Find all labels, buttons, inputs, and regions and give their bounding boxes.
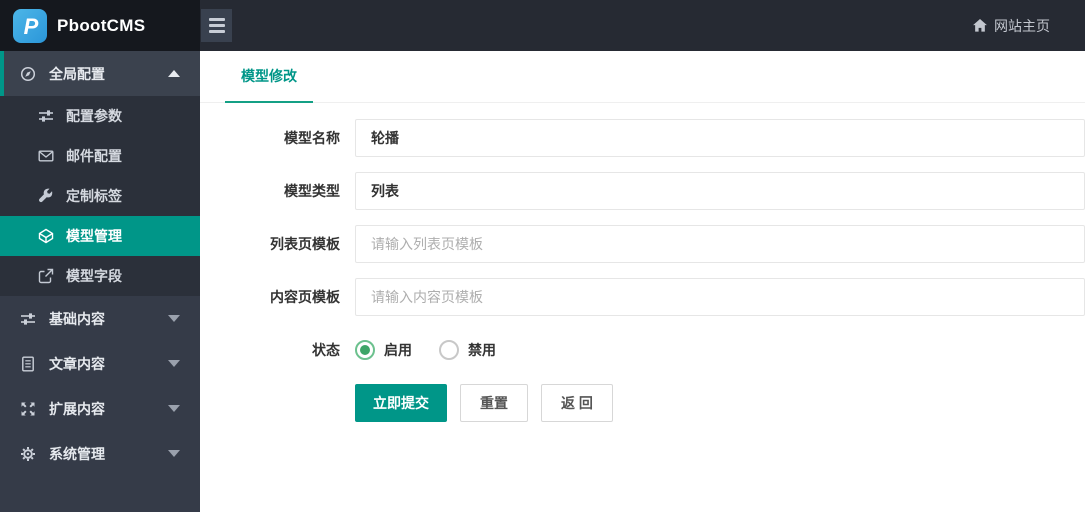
radio-disable-label: 禁用 xyxy=(468,342,496,358)
svg-text:P: P xyxy=(24,14,39,39)
home-link-label: 网站主页 xyxy=(994,17,1050,34)
sidebar-item-label: 全局配置 xyxy=(49,65,105,82)
list-template-label: 列表页模板 xyxy=(270,236,340,252)
sidebar-item-basic-content[interactable]: 基础内容 xyxy=(0,296,200,341)
cube-icon xyxy=(38,228,54,244)
sidebar-item-extended-content[interactable]: 扩展内容 xyxy=(0,386,200,431)
hamburger-icon[interactable] xyxy=(201,9,232,42)
hamburger-bar xyxy=(208,30,225,33)
form-row-content-template: 内容页模板 xyxy=(200,278,1085,316)
arrows-icon xyxy=(20,401,36,417)
model-name-label: 模型名称 xyxy=(284,130,340,146)
gear-icon xyxy=(20,446,36,462)
sidebar-item-label: 模型字段 xyxy=(66,268,122,284)
model-name-input[interactable] xyxy=(355,119,1085,157)
form-row-model-type: 模型类型 xyxy=(200,172,1085,210)
content-template-label: 内容页模板 xyxy=(270,289,340,305)
sidebar-item-config-params[interactable]: 配置参数 xyxy=(0,96,200,136)
model-type-input[interactable] xyxy=(355,172,1085,210)
sliders-icon xyxy=(20,311,36,327)
file-icon xyxy=(20,356,36,372)
brand-title: PbootCMS xyxy=(57,15,146,35)
radio-disable[interactable]: 禁用 xyxy=(439,340,496,360)
brand-logo-area[interactable]: P PbootCMS xyxy=(0,0,200,51)
sidebar-item-label: 文章内容 xyxy=(49,355,105,372)
sidebar-item-model-management[interactable]: 模型管理 xyxy=(0,216,200,256)
sidebar-item-label: 模型管理 xyxy=(66,228,122,244)
sidebar-item-custom-tags[interactable]: 定制标签 xyxy=(0,176,200,216)
list-template-input[interactable] xyxy=(355,225,1085,263)
envelope-icon xyxy=(38,148,54,164)
chevron-down-icon xyxy=(168,360,180,367)
model-edit-form: 模型名称 模型类型 列表页模板 内容页模板 状态 启用 禁用 xyxy=(200,103,1085,422)
model-type-label: 模型类型 xyxy=(284,183,340,199)
wrench-icon xyxy=(38,188,54,204)
reset-button[interactable]: 重置 xyxy=(460,384,528,422)
sidebar-item-email-config[interactable]: 邮件配置 xyxy=(0,136,200,176)
chevron-down-icon xyxy=(168,405,180,412)
main-content: 模型修改 模型名称 模型类型 列表页模板 内容页模板 状态 启用 xyxy=(200,51,1085,512)
sidebar-item-label: 邮件配置 xyxy=(66,148,122,164)
sidebar-item-label: 配置参数 xyxy=(66,108,122,124)
radio-checked-icon[interactable] xyxy=(355,340,375,360)
sidebar-item-label: 扩展内容 xyxy=(49,400,105,417)
compass-icon xyxy=(20,66,36,82)
global-config-submenu: 配置参数 邮件配置 定制标签 模型管理 模型字段 xyxy=(0,96,200,296)
sidebar-item-label: 系统管理 xyxy=(49,445,105,462)
sidebar-item-label: 基础内容 xyxy=(49,310,105,327)
hamburger-bar xyxy=(208,24,225,27)
external-link-icon xyxy=(38,268,54,284)
sliders-icon xyxy=(38,108,54,124)
pbootcms-logo-icon: P xyxy=(13,8,47,43)
radio-enable-label: 启用 xyxy=(384,342,412,358)
form-row-model-name: 模型名称 xyxy=(200,119,1085,157)
content-template-input[interactable] xyxy=(355,278,1085,316)
sidebar: 全局配置 配置参数 邮件配置 定制标签 模型管理 模型字段 基础内容 文章内容 … xyxy=(0,51,200,512)
chevron-down-icon xyxy=(168,315,180,322)
status-label: 状态 xyxy=(312,342,340,358)
sidebar-item-global-config[interactable]: 全局配置 xyxy=(0,51,200,96)
tab-model-edit[interactable]: 模型修改 xyxy=(225,51,313,103)
submit-button[interactable]: 立即提交 xyxy=(355,384,447,422)
tab-bar: 模型修改 xyxy=(200,51,1085,103)
form-buttons-row: 立即提交 重置 返 回 xyxy=(200,384,1085,422)
status-radio-group: 启用 禁用 xyxy=(355,331,496,369)
home-icon xyxy=(973,19,987,32)
chevron-up-icon xyxy=(168,70,180,77)
site-home-link[interactable]: 网站主页 xyxy=(973,0,1050,51)
sidebar-item-label: 定制标签 xyxy=(66,188,122,204)
form-row-list-template: 列表页模板 xyxy=(200,225,1085,263)
hamburger-bar xyxy=(208,18,225,21)
radio-unchecked-icon[interactable] xyxy=(439,340,459,360)
sidebar-item-system-management[interactable]: 系统管理 xyxy=(0,431,200,476)
sidebar-item-model-fields[interactable]: 模型字段 xyxy=(0,256,200,296)
back-button[interactable]: 返 回 xyxy=(541,384,613,422)
top-bar: P PbootCMS 网站主页 xyxy=(0,0,1085,51)
chevron-down-icon xyxy=(168,450,180,457)
radio-enable[interactable]: 启用 xyxy=(355,340,412,360)
sidebar-item-article-content[interactable]: 文章内容 xyxy=(0,341,200,386)
form-row-status: 状态 启用 禁用 xyxy=(200,331,1085,369)
